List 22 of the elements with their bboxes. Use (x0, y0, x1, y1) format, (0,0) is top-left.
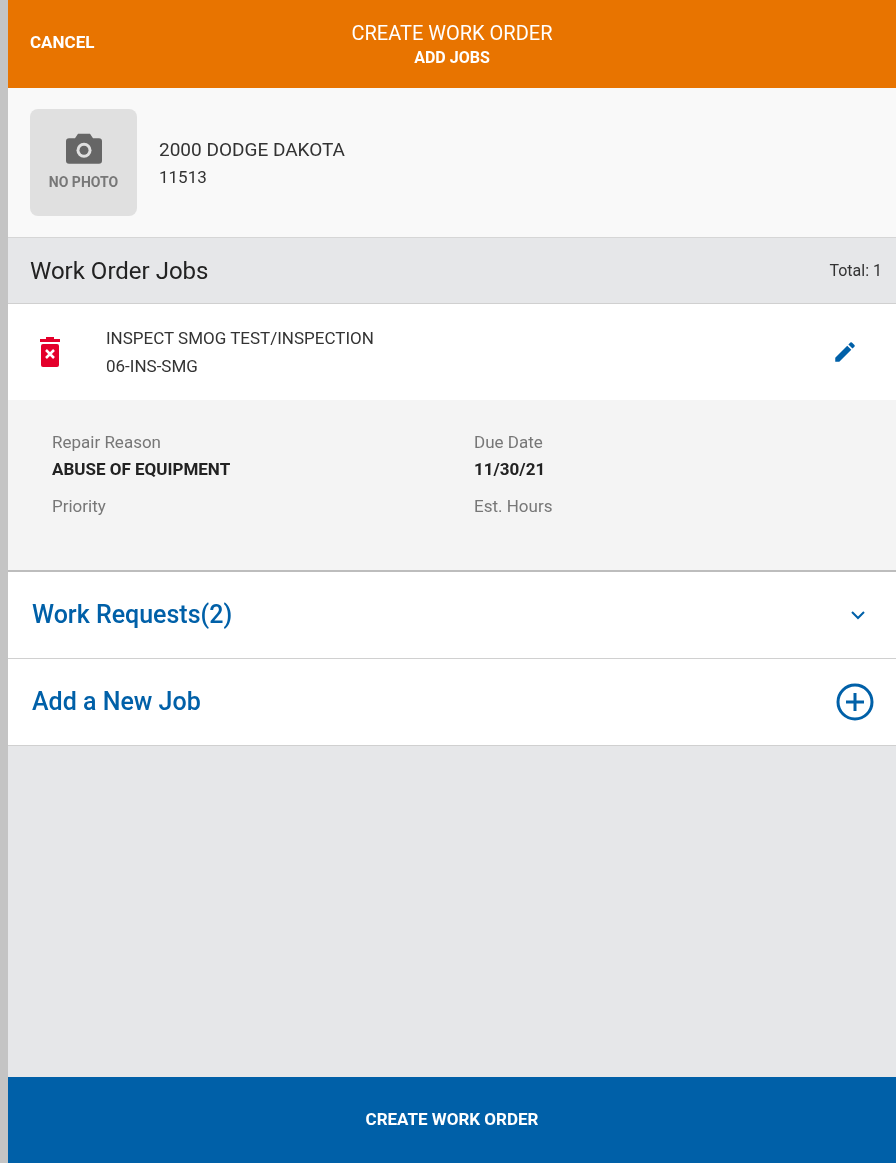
add-job-row[interactable]: Add a New Job (8, 659, 896, 746)
page-subtitle: ADD JOBS (414, 47, 490, 69)
create-work-order-button[interactable]: CREATE WORK ORDER (8, 1077, 896, 1163)
field-label: Est. Hours (474, 495, 554, 518)
field-label: Priority (52, 495, 107, 518)
delete-icon[interactable] (38, 337, 62, 367)
field-value: 11/30/21 (474, 458, 547, 481)
edit-icon[interactable] (832, 339, 858, 365)
page-title: CREATE WORK ORDER (351, 20, 553, 46)
field-label: Due Date (474, 431, 544, 454)
job-title: INSPECT SMOG TEST/INSPECTION (106, 327, 375, 350)
vehicle-name: 2000 DODGE DAKOTA (159, 136, 345, 163)
jobs-total: Total: 1 (829, 259, 882, 282)
camera-icon (65, 132, 102, 164)
no-photo-label: NO PHOTO (48, 173, 119, 192)
vehicle-number: 11513 (159, 165, 208, 189)
plus-circle-icon (836, 683, 874, 721)
section-title: Work Order Jobs (30, 255, 209, 287)
field-label: Repair Reason (52, 431, 162, 454)
field-value: ABUSE OF EQUIPMENT (52, 458, 232, 481)
work-requests-row[interactable]: Work Requests(2) (8, 572, 896, 659)
job-code: 06-INS-SMG (106, 355, 199, 378)
